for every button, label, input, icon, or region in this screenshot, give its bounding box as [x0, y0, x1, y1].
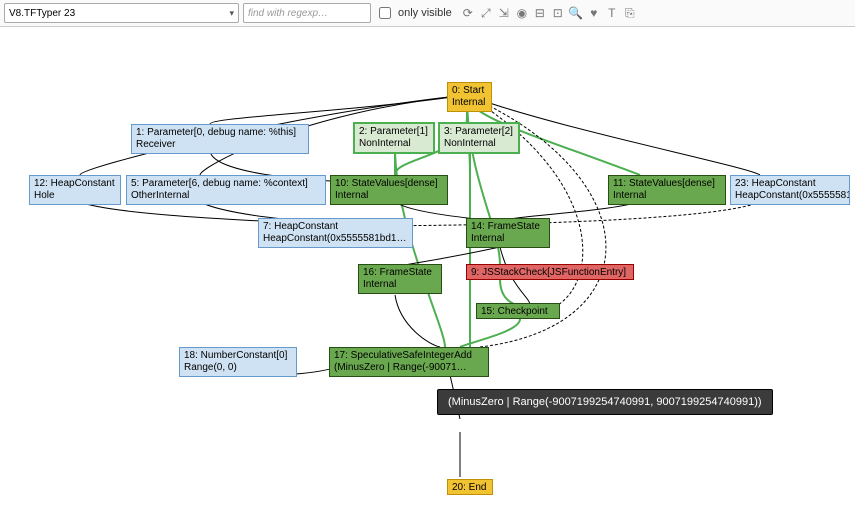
node-sublabel: OtherInternal — [131, 190, 321, 202]
phase-dropdown[interactable]: V8.TFTyper 23 ▾ — [4, 3, 239, 23]
node-sublabel: Internal — [335, 190, 443, 202]
node-sublabel: Internal — [363, 279, 437, 291]
node-18-numberconstant[interactable]: 18: NumberConstant[0] Range(0, 0) — [179, 347, 297, 377]
dropdown-value: V8.TFTyper 23 — [9, 8, 75, 19]
typeinfo-icon[interactable]: T — [604, 5, 620, 21]
toolbar-icons: ⟳ ⤢ ⇲ ◉ ⊟ ⊡ 🔍 ♥ T ⎘ — [460, 5, 638, 21]
node-sublabel: (MinusZero | Range(-90071… — [334, 362, 484, 374]
node-label: 10: StateValues[dense] — [335, 178, 443, 190]
node-label: 2: Parameter[1] — [359, 126, 429, 138]
node-label: 15: Checkpoint — [481, 306, 555, 318]
node-sublabel: HeapConstant(0x5555581bd1… — [735, 190, 845, 202]
graph-canvas[interactable]: 0: Start Internal 1: Parameter[0, debug … — [0, 27, 855, 519]
node-7-heapconstant[interactable]: 7: HeapConstant HeapConstant(0x5555581bd… — [258, 218, 413, 248]
node-label: 16: FrameState — [363, 267, 437, 279]
node-sublabel: Internal — [471, 233, 545, 245]
search-input[interactable] — [243, 3, 371, 23]
node-sublabel: Internal — [452, 97, 487, 109]
node-11-statevalues[interactable]: 11: StateValues[dense] Internal — [608, 175, 726, 205]
node-label: 12: HeapConstant — [34, 178, 116, 190]
node-12-heapconstant-hole[interactable]: 12: HeapConstant Hole — [29, 175, 121, 205]
node-sublabel: NonInternal — [359, 138, 429, 150]
view-icon[interactable]: ⊡ — [550, 5, 566, 21]
node-sublabel: HeapConstant(0x5555581bd1… — [263, 233, 408, 245]
tree-icon[interactable]: ⊟ — [532, 5, 548, 21]
node-16-framestate[interactable]: 16: FrameState Internal — [358, 264, 442, 294]
collapse-icon[interactable]: ⇲ — [496, 5, 512, 21]
toolbar: V8.TFTyper 23 ▾ only visible ⟳ ⤢ ⇲ ◉ ⊟ ⊡… — [0, 0, 855, 27]
zoom-icon[interactable]: 🔍 — [568, 5, 584, 21]
node-sublabel: NonInternal — [444, 138, 514, 150]
expand-icon[interactable]: ⤢ — [478, 5, 494, 21]
node-label: 5: Parameter[6, debug name: %context] — [131, 178, 321, 190]
node-15-checkpoint[interactable]: 15: Checkpoint — [476, 303, 560, 319]
tooltip-text: (MinusZero | Range(-9007199254740991, 90… — [448, 396, 762, 408]
node-sublabel: Hole — [34, 190, 116, 202]
type-tooltip: (MinusZero | Range(-9007199254740991, 90… — [437, 389, 773, 415]
node-20-end[interactable]: 20: End — [447, 479, 493, 495]
node-sublabel: Internal — [613, 190, 721, 202]
visibility-icon[interactable]: ◉ — [514, 5, 530, 21]
node-sublabel: Range(0, 0) — [184, 362, 292, 374]
node-label: 1: Parameter[0, debug name: %this] — [136, 127, 304, 139]
node-label: 7: HeapConstant — [263, 221, 408, 233]
node-label: 17: SpeculativeSafeIntegerAdd — [334, 350, 484, 362]
node-1-parameter-this[interactable]: 1: Parameter[0, debug name: %this] Recei… — [131, 124, 309, 154]
format-icon[interactable]: ⎘ — [622, 5, 638, 21]
node-label: 3: Parameter[2] — [444, 126, 514, 138]
node-3-parameter2[interactable]: 3: Parameter[2] NonInternal — [438, 122, 520, 154]
only-visible-checkbox[interactable] — [379, 7, 391, 19]
node-9-jsstackcheck[interactable]: 9: JSStackCheck[JSFunctionEntry] — [466, 264, 634, 280]
node-label: 20: End — [452, 482, 488, 494]
node-17-speculativesafeintegeradd[interactable]: 17: SpeculativeSafeIntegerAdd (MinusZero… — [329, 347, 489, 377]
node-14-framestate[interactable]: 14: FrameState Internal — [466, 218, 550, 248]
node-sublabel: Receiver — [136, 139, 304, 151]
node-label: 9: JSStackCheck[JSFunctionEntry] — [471, 267, 629, 279]
pin-icon[interactable]: ♥ — [586, 5, 602, 21]
node-10-statevalues[interactable]: 10: StateValues[dense] Internal — [330, 175, 448, 205]
node-label: 0: Start — [452, 85, 487, 97]
node-label: 11: StateValues[dense] — [613, 178, 721, 190]
node-label: 18: NumberConstant[0] — [184, 350, 292, 362]
node-label: 14: FrameState — [471, 221, 545, 233]
reload-icon[interactable]: ⟳ — [460, 5, 476, 21]
chevron-down-icon: ▾ — [229, 8, 234, 19]
node-label: 23: HeapConstant — [735, 178, 845, 190]
node-23-heapconstant[interactable]: 23: HeapConstant HeapConstant(0x5555581b… — [730, 175, 850, 205]
node-0-start[interactable]: 0: Start Internal — [447, 82, 492, 112]
node-2-parameter1[interactable]: 2: Parameter[1] NonInternal — [353, 122, 435, 154]
only-visible-label: only visible — [398, 7, 452, 19]
node-5-parameter-context[interactable]: 5: Parameter[6, debug name: %context] Ot… — [126, 175, 326, 205]
